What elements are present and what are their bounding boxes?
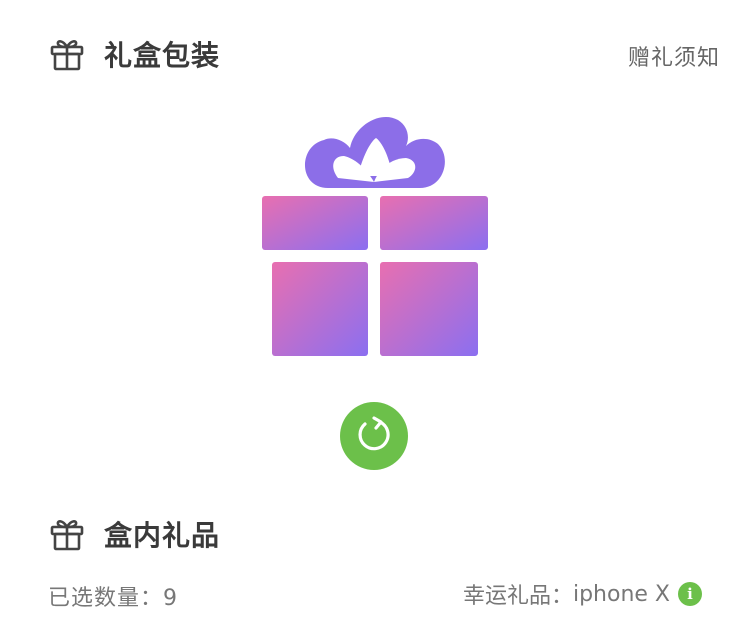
refresh-icon (353, 413, 395, 459)
lucky-gift-value: iphone X (572, 581, 670, 607)
lucky-gift-label: 幸运礼品： (462, 584, 573, 609)
gift-icon (48, 515, 86, 553)
info-icon[interactable]: i (678, 582, 702, 606)
selected-count: 已选数量：9 (48, 580, 178, 612)
lucky-gift: 幸运礼品： iphone X i (463, 578, 702, 610)
gift-box-illustration (258, 106, 492, 358)
refresh-button[interactable] (340, 402, 408, 470)
gift-notice-link[interactable]: 赠礼须知 (628, 40, 720, 72)
gift-icon (48, 35, 86, 73)
contents-header: 盒内礼品 (48, 514, 220, 554)
selected-count-label: 已选数量： (48, 586, 164, 611)
contents-title: 盒内礼品 (104, 519, 221, 552)
selected-count-value: 9 (163, 586, 179, 611)
packaging-header: 礼盒包装 (48, 34, 220, 74)
packaging-title: 礼盒包装 (104, 39, 221, 72)
